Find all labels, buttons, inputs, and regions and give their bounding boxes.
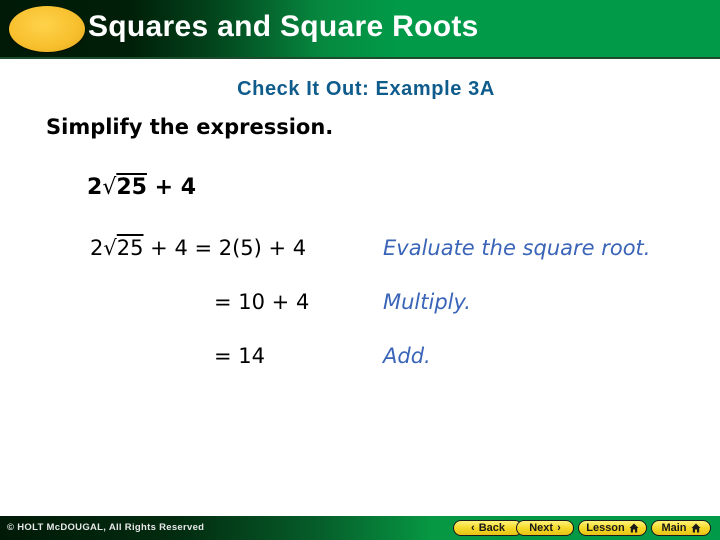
next-button-label: Next	[529, 522, 554, 534]
step-3-equation: = 14	[214, 344, 265, 368]
square-root-symbol: √	[102, 175, 117, 200]
home-icon	[629, 523, 639, 533]
home-icon	[691, 523, 701, 533]
step-1-radicand: 25	[116, 236, 144, 260]
main-button-label: Main	[661, 522, 687, 534]
chevron-left-icon: ‹	[471, 521, 475, 534]
step-1-lhs-rest: + 4	[143, 236, 195, 260]
footer-bar: © HOLT McDOUGAL, All Rights Reserved ‹ B…	[0, 516, 720, 540]
expression-coefficient: 2	[87, 175, 103, 200]
step-1-equation: 2√25 + 4 = 2(5) + 4	[90, 236, 306, 260]
step-1-coefficient: 2	[90, 236, 104, 260]
chevron-right-icon: ›	[557, 521, 561, 534]
header-oval-decoration	[9, 6, 85, 52]
instruction-text: Simplify the expression.	[46, 115, 334, 139]
expression-radicand: 25	[116, 175, 147, 200]
back-button[interactable]: ‹ Back	[453, 520, 523, 536]
step-1-note: Evaluate the square root.	[383, 236, 651, 260]
step-1-rhs: = 2(5) + 4	[194, 236, 307, 260]
header-bar: Squares and Square Roots	[0, 0, 720, 59]
back-button-label: Back	[478, 522, 505, 534]
example-subtitle: Check It Out: Example 3A	[237, 78, 495, 100]
lesson-button-label: Lesson	[586, 522, 625, 534]
next-button[interactable]: Next ›	[516, 520, 574, 536]
step-2-equation: = 10 + 4	[214, 290, 310, 314]
step-3-note: Add.	[383, 344, 431, 368]
problem-expression: 2√25 + 4	[87, 175, 196, 200]
square-root-symbol: √	[103, 236, 117, 260]
expression-rest: + 4	[146, 175, 197, 200]
copyright-text: © HOLT McDOUGAL, All Rights Reserved	[7, 522, 205, 533]
lesson-button[interactable]: Lesson	[578, 520, 647, 536]
page-title: Squares and Square Roots	[88, 10, 479, 43]
step-2-note: Multiply.	[383, 290, 471, 314]
main-button[interactable]: Main	[651, 520, 711, 536]
